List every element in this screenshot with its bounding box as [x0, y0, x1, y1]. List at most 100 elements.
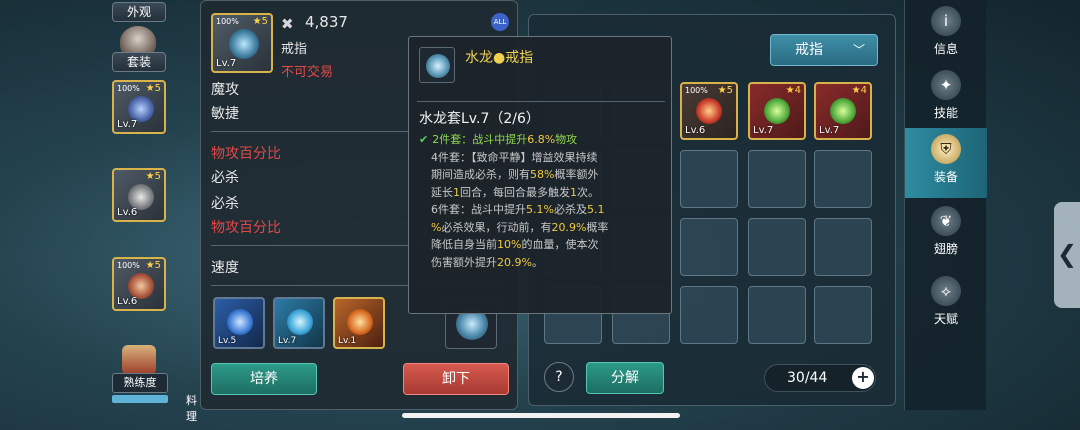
gem-slot[interactable]: Lv.1 [333, 297, 385, 349]
gem-slot[interactable]: Lv.5 [213, 297, 265, 349]
equip-slot-offhand[interactable]: ★5 Lv.6 [112, 168, 166, 222]
slot-durability: 100% [685, 86, 708, 95]
nav-skills[interactable]: ✦ 技能 [905, 64, 987, 134]
slot-durability: 100% [117, 84, 140, 93]
slot-star-rating: ★5 [145, 83, 161, 94]
stat-phys-attack-pct: 物攻百分比 [211, 220, 281, 236]
gem-level: Lv.5 [218, 336, 237, 346]
equipped-ring-slot[interactable]: 100% ★5 Lv.7 [211, 13, 273, 73]
proficiency-button[interactable]: 熟练度 [112, 373, 168, 393]
bag-slot-empty[interactable] [680, 150, 738, 208]
scroll-icon[interactable] [122, 345, 156, 375]
nav-equipment[interactable]: ⛨ 装备 [905, 128, 987, 198]
set-bonus-tooltip: 水龙●戒指 水龙套Lv.7（2/6） ✔ 2件套：战斗中提升6.8%物攻 4件套：… [408, 36, 672, 314]
equip-slot-armor[interactable]: 100% ★5 Lv.6 [112, 257, 166, 311]
stat-crit: 必杀 [211, 196, 239, 212]
nav-label: 信息 [933, 42, 958, 56]
cultivate-button[interactable]: 培养 [211, 363, 317, 395]
red-ring-icon [696, 98, 722, 124]
set-bonus-2pc: ✔ 2件套：战斗中提升6.8%物攻 [419, 133, 578, 146]
gem-slot[interactable]: Lv.7 [273, 297, 325, 349]
no-trade-label: 不可交易 [281, 65, 334, 80]
bag-slot-empty[interactable] [680, 218, 738, 276]
bag-slot-empty[interactable] [748, 286, 806, 344]
set-bonus-text: ✔ 2件套：战斗中提升6.8%物攻 4件套：【致命平静】增益效果持续 期间造成必杀… [419, 131, 667, 271]
water-dragon-ring-icon [229, 29, 259, 59]
set-bonus-6pc: 6件套：战斗中提升5.1%必杀及5.1 %必杀效果，行动前，有20.9%概率 降… [431, 203, 609, 269]
bag-slot-empty[interactable] [680, 286, 738, 344]
slot-level: Lv.7 [819, 125, 840, 136]
item-filter-dropdown[interactable]: 戒指 ﹀ [770, 34, 878, 66]
nav-label: 天赋 [933, 312, 958, 326]
bag-slot-empty[interactable] [814, 150, 872, 208]
decompose-button[interactable]: 分解 [586, 362, 664, 394]
all-badge[interactable]: ALL [491, 13, 509, 31]
slot-level: Lv.7 [216, 58, 237, 69]
suit-button[interactable]: 套装 [112, 52, 166, 72]
slot-star-rating: ★5 [252, 16, 268, 27]
tooltip-divider [417, 101, 665, 102]
nav-wings[interactable]: ❦ 翅膀 [905, 200, 987, 270]
chevron-left-icon: ❮ [1056, 240, 1078, 268]
character-slot-column: 外观 套装 100% ★5 Lv.7 ★5 Lv.6 100% ★5 Lv.6 … [100, 0, 197, 430]
appearance-button[interactable]: 外观 [112, 2, 166, 22]
stat-phys-attack-pct: 物攻百分比 [211, 146, 281, 162]
item-type-label: 戒指 [281, 42, 308, 57]
water-dragon-ring-icon [426, 54, 450, 78]
bag-slot-item[interactable]: ★4 Lv.7 [814, 82, 872, 140]
bag-slot-empty[interactable] [814, 218, 872, 276]
bag-slot-item[interactable]: 100% ★5 Lv.6 [680, 82, 738, 140]
nav-label: 装备 [933, 170, 958, 184]
expand-bag-button[interactable]: + [852, 367, 874, 389]
slot-level: Lv.7 [753, 125, 774, 136]
stat-magic-attack: 魔攻 [211, 82, 239, 98]
slot-durability: 100% [216, 17, 239, 26]
unequip-button[interactable]: 卸下 [403, 363, 509, 395]
tooltip-title: 水龙●戒指 [465, 50, 534, 66]
check-icon: ✔ [419, 133, 429, 146]
skill-icon: ✦ [931, 70, 961, 100]
nav-label: 翅膀 [933, 242, 958, 256]
combat-power-value: 4,837 [305, 13, 348, 31]
crossed-swords-icon: ✖ [281, 15, 294, 33]
set-name: 水龙套Lv.7（2/6） [419, 111, 540, 127]
slot-level: Lv.6 [117, 207, 138, 218]
filter-label: 戒指 [795, 42, 823, 58]
proficiency-bar [112, 395, 168, 403]
nav-info[interactable]: i 信息 [905, 0, 987, 70]
stat-agility: 敏捷 [211, 106, 239, 122]
wing-icon: ❦ [931, 206, 961, 236]
slot-star-rating: ★5 [145, 171, 161, 182]
nav-talent[interactable]: ⟡ 天赋 [905, 270, 987, 340]
bag-slot-empty[interactable] [814, 286, 872, 344]
gem-level: Lv.7 [278, 336, 297, 346]
nav-label: 技能 [933, 106, 958, 120]
home-indicator[interactable] [402, 413, 680, 418]
cooking-label[interactable]: 料理 [186, 392, 197, 424]
slot-level: Lv.6 [117, 296, 138, 307]
bag-slot-item[interactable]: ★4 Lv.7 [748, 82, 806, 140]
talent-icon: ⟡ [931, 276, 961, 306]
equip-slot-weapon[interactable]: 100% ★5 Lv.7 [112, 80, 166, 134]
capacity-value: 30/44 [787, 370, 828, 386]
info-icon: i [931, 6, 961, 36]
blue-gem-icon [227, 309, 253, 335]
slot-star-rating: ★5 [717, 85, 733, 96]
help-button[interactable]: ? [544, 362, 574, 392]
slot-durability: 100% [117, 261, 140, 270]
fire-gem-icon [347, 309, 373, 335]
slot-level: Lv.6 [685, 125, 706, 136]
green-ring-icon [830, 98, 856, 124]
slot-star-rating: ★4 [851, 85, 867, 96]
stat-speed: 速度 [211, 260, 239, 276]
armor-icon: ⛨ [931, 134, 961, 164]
slot-star-rating: ★4 [785, 85, 801, 96]
slot-level: Lv.7 [117, 119, 138, 130]
stat-crit: 必杀 [211, 170, 239, 186]
slot-star-rating: ★5 [145, 260, 161, 271]
bag-slot-empty[interactable] [748, 218, 806, 276]
bag-slot-empty[interactable] [748, 150, 806, 208]
collapse-panel-button[interactable]: ❮ [1054, 202, 1080, 308]
tooltip-item-icon [419, 47, 455, 83]
side-navigation: i 信息 ✦ 技能 ⛨ 装备 ❦ 翅膀 ⟡ 天赋 [904, 0, 987, 410]
